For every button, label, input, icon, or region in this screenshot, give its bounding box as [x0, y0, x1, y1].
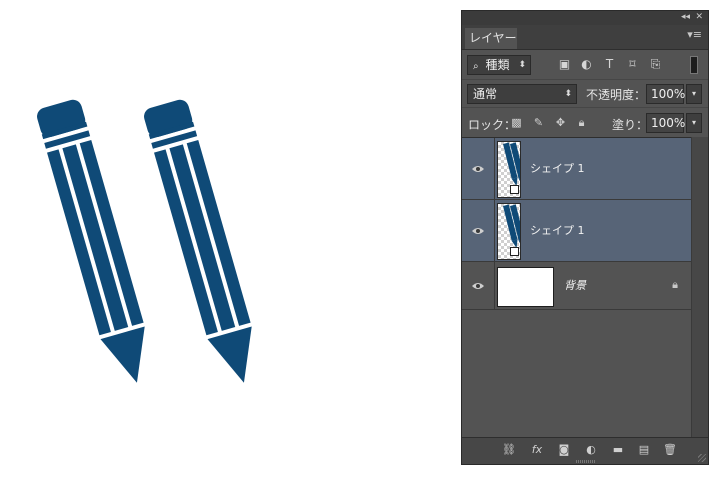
- panel-close-icon[interactable]: ✕: [695, 12, 703, 22]
- fill-dropdown-button[interactable]: ▾: [686, 113, 702, 133]
- row-divider: [494, 262, 495, 309]
- opacity-label: 不透明度：: [586, 88, 647, 102]
- add-mask-icon[interactable]: ◙: [557, 443, 571, 457]
- layer-name[interactable]: シェイプ 1: [530, 138, 585, 200]
- visibility-eye-icon[interactable]: [470, 138, 486, 199]
- shape-layer-badge-icon: [510, 185, 519, 194]
- layer-name[interactable]: シェイプ 1: [530, 200, 585, 262]
- select-arrows-icon: ⬍: [518, 60, 526, 70]
- shape-layer-badge-icon: [510, 247, 519, 256]
- fill-input[interactable]: 100%: [646, 113, 685, 133]
- filter-smart-object-icon[interactable]: ⎘: [649, 58, 662, 71]
- visibility-eye-icon[interactable]: [470, 262, 486, 309]
- search-icon: ⌕: [473, 61, 479, 72]
- filter-kind-label: 種類: [485, 58, 510, 72]
- lock-position-icon[interactable]: ✥: [554, 116, 567, 129]
- panel-resize-grip[interactable]: [576, 460, 596, 463]
- lock-all-icon[interactable]: 🔒︎: [575, 116, 588, 129]
- filter-type-icon[interactable]: T: [603, 58, 616, 71]
- layer-lock-icon[interactable]: 🔒︎: [672, 278, 678, 292]
- filter-adjustment-icon[interactable]: ◐: [580, 58, 593, 71]
- link-layers-icon[interactable]: ⛓: [502, 443, 516, 457]
- lock-image-pixels-icon[interactable]: ✎: [532, 116, 545, 129]
- background-thumbnail[interactable]: [497, 267, 554, 307]
- select-arrows-icon: ⬍: [564, 89, 572, 99]
- new-group-folder-icon[interactable]: ▬: [611, 443, 625, 457]
- opacity-input[interactable]: 100%: [646, 84, 685, 104]
- row-divider: [494, 138, 495, 199]
- filter-pixel-icon[interactable]: ▣: [558, 58, 571, 71]
- layer-row-shape-1-top[interactable]: シェイプ 1: [462, 138, 692, 200]
- layers-list: シェイプ 1 シェイプ 1 背景 🔒︎: [462, 137, 692, 440]
- canvas-artwork: [35, 98, 266, 389]
- fx-layer-style-icon[interactable]: fx: [530, 443, 544, 457]
- lock-label: ロック：: [468, 118, 517, 132]
- panel-menu-icon[interactable]: ▾≡: [687, 28, 702, 41]
- blend-mode-select[interactable]: 通常 ⬍: [467, 84, 577, 104]
- visibility-eye-icon[interactable]: [470, 200, 486, 261]
- panel-footer: ⛓ fx ◙ ◐ ▬ ▤ 🗑︎: [462, 437, 708, 464]
- tab-layers[interactable]: レイヤー: [465, 28, 517, 49]
- layers-scrollbar[interactable]: [691, 137, 708, 439]
- opacity-dropdown-button[interactable]: ▾: [686, 84, 702, 104]
- filter-shape-icon[interactable]: ⌑: [626, 58, 639, 71]
- blend-row: 通常 ⬍ 不透明度： 100% ▾: [462, 79, 708, 108]
- lock-row: ロック： ▩ ✎ ✥ 🔒︎ 塗り： 100% ▾: [462, 107, 708, 138]
- filter-kind-select[interactable]: ⌕ 種類 ⬍: [467, 55, 531, 75]
- document-canvas[interactable]: [0, 0, 455, 480]
- new-layer-icon[interactable]: ▤: [637, 443, 651, 457]
- panel-title-strip: ◂◂ ✕: [462, 11, 708, 25]
- panel-tab-bar: レイヤー ▾≡: [462, 25, 708, 50]
- layers-panel: ◂◂ ✕ レイヤー ▾≡ ⌕ 種類 ⬍ ▣ ◐ T ⌑ ⎘ 通常 ⬍ 不透明度：…: [461, 10, 709, 465]
- delete-layer-trash-icon[interactable]: 🗑︎: [663, 443, 677, 457]
- blend-mode-value: 通常: [473, 87, 498, 101]
- pencil-shape-right[interactable]: [142, 98, 266, 389]
- layer-row-shape-1-bottom[interactable]: シェイプ 1: [462, 200, 692, 262]
- fill-label: 塗り：: [612, 118, 649, 132]
- new-adjustment-layer-icon[interactable]: ◐: [584, 443, 598, 457]
- filter-toggle-switch[interactable]: [690, 56, 698, 74]
- row-divider: [494, 200, 495, 261]
- filter-row: ⌕ 種類 ⬍ ▣ ◐ T ⌑ ⎘: [462, 49, 708, 79]
- pencil-shape-left[interactable]: [35, 98, 159, 389]
- lock-transparent-pixels-icon[interactable]: ▩: [510, 116, 523, 129]
- panel-corner-resize-handle[interactable]: [698, 454, 706, 462]
- layer-name[interactable]: 背景: [564, 262, 586, 310]
- layer-row-background[interactable]: 背景 🔒︎: [462, 262, 692, 310]
- collapse-panel-icon[interactable]: ◂◂: [681, 12, 690, 22]
